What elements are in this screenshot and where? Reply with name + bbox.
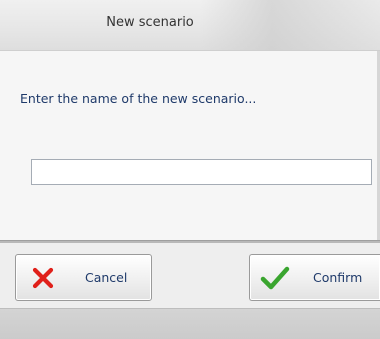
cancel-button-label: Cancel [85,270,128,285]
bottom-status-strip [0,308,380,339]
button-bar: Cancel Confirm [0,243,380,308]
cancel-button[interactable]: Cancel [15,254,152,301]
window-title: New scenario [106,15,194,30]
dialog-content: Enter the name of the new scenario... [0,51,380,241]
checkmark-icon [260,266,290,290]
title-bar[interactable]: New scenario [0,0,380,51]
confirm-button-label: Confirm [313,270,363,285]
close-icon [32,267,54,289]
confirm-button[interactable]: Confirm [249,254,380,301]
scenario-name-input[interactable] [31,159,372,185]
prompt-label: Enter the name of the new scenario... [20,91,257,106]
new-scenario-dialog: New scenario Enter the name of the new s… [0,0,380,339]
